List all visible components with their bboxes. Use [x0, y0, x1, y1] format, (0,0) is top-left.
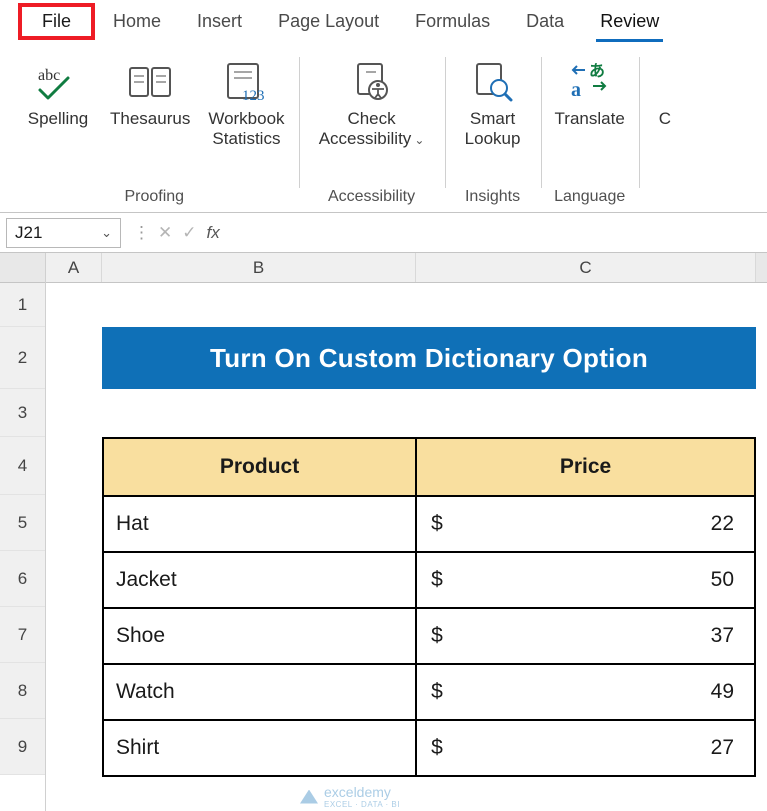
name-box-value: J21 — [15, 223, 42, 243]
cutoff-button[interactable]: C — [653, 51, 677, 184]
cell-product[interactable]: Jacket — [103, 552, 416, 608]
spelling-icon: abc — [34, 57, 82, 107]
table-row: Hat $22 — [103, 496, 755, 552]
worksheet: 1 2 3 4 5 6 7 8 9 A B C Turn On Custom D… — [0, 253, 767, 811]
column-headers: A B C — [46, 253, 767, 283]
ribbon: abc Spelling Thesau — [0, 43, 767, 213]
cell-product[interactable]: Shirt — [103, 720, 416, 776]
table-row: Shoe $37 — [103, 608, 755, 664]
thesaurus-label: Thesaurus — [110, 109, 190, 129]
row-header[interactable]: 7 — [0, 607, 45, 663]
table-row: Watch $49 — [103, 664, 755, 720]
tab-review[interactable]: Review — [582, 3, 677, 40]
row-header[interactable]: 8 — [0, 663, 45, 719]
formula-bar: J21 ⌄ ⋮ ✕ ✓ fx — [0, 213, 767, 253]
group-insights: Smart Lookup Insights — [445, 51, 541, 212]
group-label-accessibility: Accessibility — [328, 184, 415, 212]
row-header[interactable]: 2 — [0, 327, 45, 389]
select-all-corner[interactable] — [0, 253, 45, 283]
spelling-button[interactable]: abc Spelling — [18, 51, 98, 184]
column-header[interactable]: B — [102, 253, 416, 282]
tab-data[interactable]: Data — [508, 3, 582, 40]
cell-price[interactable]: $22 — [416, 496, 755, 552]
cell-price[interactable]: $37 — [416, 608, 755, 664]
formula-controls: ⋮ ✕ ✓ fx — [127, 223, 226, 243]
fx-icon[interactable]: fx — [207, 223, 220, 243]
accessibility-icon — [348, 57, 396, 107]
svg-text:abc: abc — [38, 67, 60, 84]
cancel-icon: ✕ — [158, 223, 172, 243]
table-row: Shirt $27 — [103, 720, 755, 776]
chevron-down-icon[interactable]: ⌄ — [101, 225, 112, 241]
row-header[interactable]: 3 — [0, 389, 45, 437]
spelling-label: Spelling — [28, 109, 89, 129]
tab-file[interactable]: File — [18, 3, 95, 40]
column-header[interactable]: C — [416, 253, 756, 282]
group-cutoff: C — [639, 51, 685, 212]
group-accessibility: Check Accessibility⌄ Accessibility — [299, 51, 445, 212]
title-banner-cell[interactable]: Turn On Custom Dictionary Option — [102, 327, 756, 389]
cell-product[interactable]: Watch — [103, 664, 416, 720]
row-header[interactable]: 1 — [0, 283, 45, 327]
cell-product[interactable]: Shoe — [103, 608, 416, 664]
svg-text:123: 123 — [242, 88, 265, 104]
workbook-statistics-button[interactable]: 123 Workbook Statistics — [202, 51, 290, 184]
chevron-down-icon: ⌄ — [414, 133, 424, 147]
column-header[interactable]: A — [46, 253, 102, 282]
svg-text:a: a — [571, 79, 581, 101]
group-language: あ a Translate Language — [541, 51, 639, 212]
table-header-row: Product Price — [103, 438, 755, 496]
cell-price[interactable]: $50 — [416, 552, 755, 608]
workbook-statistics-icon: 123 — [220, 57, 272, 107]
smart-lookup-icon — [469, 57, 517, 107]
translate-button[interactable]: あ a Translate — [549, 51, 631, 184]
translate-icon: あ a — [565, 57, 615, 107]
group-proofing: abc Spelling Thesau — [10, 51, 299, 212]
thesaurus-button[interactable]: Thesaurus — [104, 51, 196, 184]
row-header[interactable]: 4 — [0, 437, 45, 495]
thesaurus-icon — [124, 57, 176, 107]
formula-input[interactable] — [232, 218, 761, 248]
cell-price[interactable]: $49 — [416, 664, 755, 720]
translate-label: Translate — [555, 109, 625, 129]
data-table: Product Price Hat $22 Jacket $50 Shoe $3… — [102, 437, 756, 777]
header-product[interactable]: Product — [103, 438, 416, 496]
tab-home[interactable]: Home — [95, 3, 179, 40]
row-headers: 1 2 3 4 5 6 7 8 9 — [0, 253, 46, 811]
cell-price[interactable]: $27 — [416, 720, 755, 776]
svg-text:あ: あ — [589, 62, 605, 80]
row-header[interactable]: 9 — [0, 719, 45, 775]
check-accessibility-button[interactable]: Check Accessibility⌄ — [307, 51, 437, 184]
workbook-statistics-label: Workbook Statistics — [208, 109, 284, 150]
row-header[interactable]: 6 — [0, 551, 45, 607]
dots-icon: ⋮ — [133, 223, 148, 243]
watermark-logo-icon — [300, 790, 318, 804]
table-row: Jacket $50 — [103, 552, 755, 608]
enter-icon: ✓ — [182, 223, 196, 243]
group-label-proofing: Proofing — [124, 184, 184, 212]
tab-formulas[interactable]: Formulas — [397, 3, 508, 40]
cell-product[interactable]: Hat — [103, 496, 416, 552]
menu-tabs: File Home Insert Page Layout Formulas Da… — [0, 0, 767, 43]
watermark-brand: exceldemy — [324, 784, 391, 800]
tab-page-layout[interactable]: Page Layout — [260, 3, 397, 40]
title-text: Turn On Custom Dictionary Option — [210, 343, 648, 374]
row-header[interactable]: 5 — [0, 495, 45, 551]
group-label-insights: Insights — [465, 184, 520, 212]
name-box[interactable]: J21 ⌄ — [6, 218, 121, 248]
watermark-tag: EXCEL · DATA · BI — [324, 800, 400, 809]
tab-insert[interactable]: Insert — [179, 3, 260, 40]
group-label-language: Language — [554, 184, 625, 212]
smart-lookup-label: Smart Lookup — [465, 109, 521, 150]
smart-lookup-button[interactable]: Smart Lookup — [453, 51, 533, 184]
watermark: exceldemy EXCEL · DATA · BI — [300, 784, 400, 809]
header-price[interactable]: Price — [416, 438, 755, 496]
check-accessibility-label: Check Accessibility⌄ — [319, 109, 425, 150]
